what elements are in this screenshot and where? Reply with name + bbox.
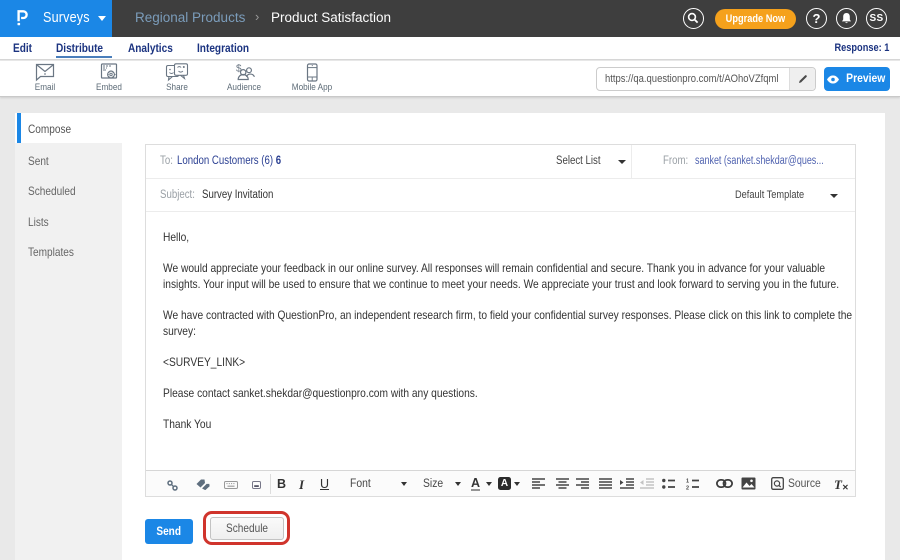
svg-text:2: 2 [686,486,689,491]
svg-text:1: 1 [686,479,689,485]
